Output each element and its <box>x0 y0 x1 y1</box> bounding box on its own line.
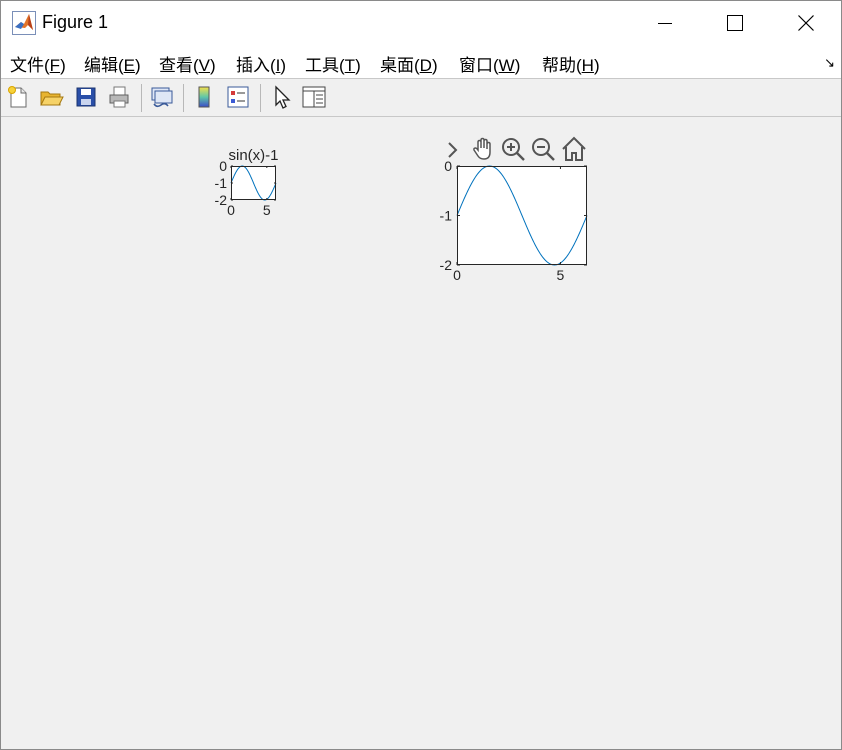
minimize-icon <box>658 23 672 24</box>
y-tick-label: -2 <box>215 192 228 208</box>
title-bar[interactable]: Figure 1 <box>1 1 841 43</box>
toolbar-separator <box>260 84 261 112</box>
close-button[interactable] <box>771 2 841 44</box>
figure-canvas[interactable]: 0 5 0 -1 -2 sin(x)-1 0 5 0 -1 -2 <box>1 118 841 748</box>
save-icon[interactable] <box>73 84 99 110</box>
menu-insert[interactable]: 插入(I) <box>236 51 286 76</box>
axes-title: sin(x)-1 <box>228 147 278 164</box>
pan-hand-icon[interactable] <box>470 136 496 162</box>
maximize-button[interactable] <box>700 2 770 44</box>
y-tick-label: 0 <box>219 158 227 174</box>
legend-icon[interactable] <box>225 84 251 110</box>
x-tick-label: 0 <box>453 267 461 283</box>
chevron-right-icon[interactable] <box>445 138 461 162</box>
figure-toolbar <box>1 78 841 117</box>
folder-open-icon[interactable] <box>38 84 64 110</box>
menu-view[interactable]: 查看(V) <box>159 51 216 76</box>
menu-desktop[interactable]: 桌面(D) <box>380 51 438 76</box>
window-title: Figure 1 <box>42 12 109 32</box>
axes-layer: 0 50-1-2sin(x)-10 50-1-2 <box>215 147 588 283</box>
x-tick-label: 5 <box>557 267 565 283</box>
axes-1[interactable]: 0 50-1-2sin(x)-1 <box>215 147 279 218</box>
menu-edit[interactable]: 编辑(E) <box>84 51 141 76</box>
close-icon <box>798 15 814 31</box>
axes-2[interactable]: 0 50-1-2 <box>440 158 588 283</box>
property-inspector-icon[interactable] <box>301 84 327 110</box>
menu-window[interactable]: 窗口(W) <box>459 51 520 76</box>
link-plot-icon[interactable] <box>148 84 174 110</box>
menu-help[interactable]: 帮助(H) <box>542 51 600 76</box>
maximize-icon <box>727 15 743 31</box>
y-tick-label: -2 <box>440 257 453 273</box>
minimize-button[interactable] <box>630 2 700 44</box>
x-tick-label: 0 <box>227 202 235 218</box>
y-tick-label: -1 <box>440 208 453 224</box>
home-icon[interactable] <box>560 135 588 163</box>
matlab-logo-icon <box>12 11 36 35</box>
print-icon[interactable] <box>106 84 132 110</box>
dock-arrow-icon[interactable]: ↘ <box>824 55 835 71</box>
zoom-in-icon[interactable] <box>500 136 526 162</box>
y-tick-label: -1 <box>215 175 228 191</box>
zoom-out-icon[interactable] <box>530 136 556 162</box>
menu-file[interactable]: 文件(F) <box>10 51 66 76</box>
menu-tools[interactable]: 工具(T) <box>305 51 361 76</box>
new-file-icon[interactable] <box>5 84 31 110</box>
toolbar-separator <box>183 84 184 112</box>
x-tick-label: 5 <box>263 202 271 218</box>
menu-bar: 文件(F) 编辑(E) 查看(V) 插入(I) 工具(T) 桌面(D) 窗口(W… <box>1 43 841 78</box>
toolbar-separator <box>141 84 142 112</box>
colorbar-icon[interactable] <box>191 84 217 110</box>
pointer-icon[interactable] <box>269 84 295 110</box>
